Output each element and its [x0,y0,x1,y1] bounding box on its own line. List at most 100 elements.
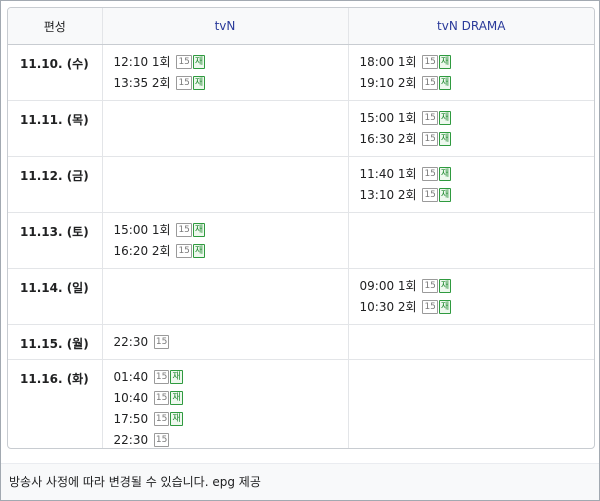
slot-time: 15:00 [359,111,395,125]
slot-time: 12:10 [113,55,149,69]
slots-drama: 09:00 1회 15 재 10:30 2회 15 재 [347,268,595,325]
slot-time: 22:30 [113,433,149,447]
slots-drama [347,359,594,448]
slot-time: 15:00 [113,223,149,237]
slots-tvn: 15:00 1회 15 재 16:20 2회 15 재 [101,212,348,269]
slots-tvn [101,100,348,157]
time-slot[interactable]: 15:00 1회 15 재 [360,108,595,129]
row-date: 11.15. (월) [8,324,102,360]
slot-episode: 1회 [397,167,417,181]
slot-episode: 1회 [397,55,417,69]
slot-episode: 2회 [151,244,171,258]
age-rating-badge: 15 [422,54,438,69]
slot-episode: 1회 [397,279,417,293]
slot-time: 16:20 [113,244,149,258]
schedule-footer: 방송사 사정에 따라 변경될 수 있습니다. epg 제공 [1,463,599,500]
slots-tvn: 01:40 15 재 10:40 15 재 17:50 15 재 22:30 15 [101,359,348,448]
slot-time: 13:10 [359,188,395,202]
table-row: 11.10. (수) 12:10 1회 15 재 13:35 2회 15 재 18:00 … [8,44,595,101]
time-slot[interactable]: 18:00 1회 15 재 [360,52,595,73]
slot-time: 09:00 [359,279,395,293]
table-header-row: 편성 tvN tvN DRAMA [8,8,594,45]
footer-source: epg 제공 [212,475,261,489]
time-slot[interactable]: 13:10 2회 15 재 [360,185,595,206]
slot-time: 01:40 [113,370,149,384]
time-slot[interactable]: 17:50 15 재 [114,409,348,430]
time-slot[interactable]: 11:40 1회 15 재 [360,164,595,185]
schedule-table-wrapper: 편성 tvN tvN DRAMA 11.10. (수) 12:10 1회 15 재 1… [7,7,595,449]
table-row: 11.15. (월) 22:30 15 [8,324,594,360]
slot-time: 10:30 [359,300,395,314]
time-slot[interactable]: 16:20 2회 15 재 [114,241,348,262]
slots-tvn: 22:30 15 [101,324,348,360]
rerun-badge: 재 [170,369,183,384]
slot-time: 16:30 [359,132,395,146]
time-slot[interactable]: 10:40 15 재 [114,388,348,409]
slots-drama: 15:00 1회 15 재 16:30 2회 15 재 [347,100,595,157]
time-slot[interactable]: 09:00 1회 15 재 [360,276,595,297]
age-rating-badge: 15 [176,243,192,258]
age-rating-badge: 15 [422,75,438,90]
time-slot[interactable]: 15:00 1회 15 재 [114,220,348,241]
slot-time: 13:35 [113,76,149,90]
age-rating-badge: 15 [153,432,170,447]
row-date: 11.11. (목) [8,100,102,157]
header-channel-tvn: tvN [101,8,348,45]
age-rating-badge: 15 [422,166,438,181]
table-row: 11.16. (화) 01:40 15 재 10:40 15 재 17:50 15 재 22:… [8,359,594,448]
age-rating-badge: 15 [422,187,438,202]
rerun-badge: 재 [438,166,452,181]
time-slot[interactable]: 10:30 2회 15 재 [360,297,595,318]
time-slot[interactable]: 22:30 15 [114,332,348,353]
time-slot[interactable]: 13:35 2회 15 재 [114,73,348,94]
age-rating-badge: 15 [176,75,192,90]
slot-episode: 2회 [397,300,417,314]
rerun-badge: 재 [192,243,206,258]
slot-episode: 2회 [397,132,417,146]
age-rating-badge: 15 [422,110,438,125]
footer-note: 방송사 사정에 따라 변경될 수 있습니다. [9,475,209,489]
row-date: 11.14. (일) [8,268,102,325]
table-row: 11.14. (일) 09:00 1회 15 재 10:30 2회 15 재 [8,268,595,325]
age-rating-badge: 15 [422,131,438,146]
rerun-badge: 재 [438,187,452,202]
rerun-badge: 재 [438,110,452,125]
time-slot[interactable]: 12:10 1회 15 재 [114,52,348,73]
time-slot[interactable]: 22:30 15 [113,430,348,448]
slot-episode: 2회 [397,76,417,90]
age-rating-badge: 15 [153,369,170,384]
slots-drama [347,324,594,360]
slot-episode: 1회 [397,111,417,125]
rerun-badge: 재 [438,278,452,293]
slot-time: 11:40 [359,167,395,181]
table-row: 11.11. (목) 15:00 1회 15 재 16:30 2회 15 재 [8,100,595,157]
rerun-badge: 재 [170,411,183,426]
rerun-badge: 재 [438,299,452,314]
rerun-badge: 재 [192,54,206,69]
slot-episode: 1회 [151,223,171,237]
rerun-badge: 재 [192,222,206,237]
row-date: 11.16. (화) [20,372,89,386]
age-rating-badge: 15 [153,390,170,405]
slots-tvn [101,156,348,213]
rerun-badge: 재 [438,54,452,69]
slot-time: 19:10 [359,76,395,90]
age-rating-badge: 15 [176,54,192,69]
age-rating-badge: 15 [176,222,192,237]
slots-tvn: 12:10 1회 15 재 13:35 2회 15 재 [101,44,348,101]
table-row: 11.12. (금) 11:40 1회 15 재 13:10 2회 15 재 [8,156,595,213]
age-rating-badge: 15 [153,334,170,349]
rerun-badge: 재 [438,75,452,90]
time-slot[interactable]: 16:30 2회 15 재 [360,129,595,150]
row-date: 11.12. (금) [8,156,102,213]
slot-time: 17:50 [113,412,149,426]
slots-tvn [101,268,348,325]
time-slot[interactable]: 19:10 2회 15 재 [360,73,595,94]
rerun-badge: 재 [438,131,452,146]
row-date: 11.13. (토) [8,212,102,269]
schedule-panel: 편성 tvN tvN DRAMA 11.10. (수) 12:10 1회 15 재 1… [0,0,600,501]
slots-drama: 18:00 1회 15 재 19:10 2회 15 재 [347,44,595,101]
slot-time: 22:30 [113,335,149,349]
time-slot[interactable]: 01:40 15 재 [114,367,348,388]
age-rating-badge: 15 [422,299,438,314]
